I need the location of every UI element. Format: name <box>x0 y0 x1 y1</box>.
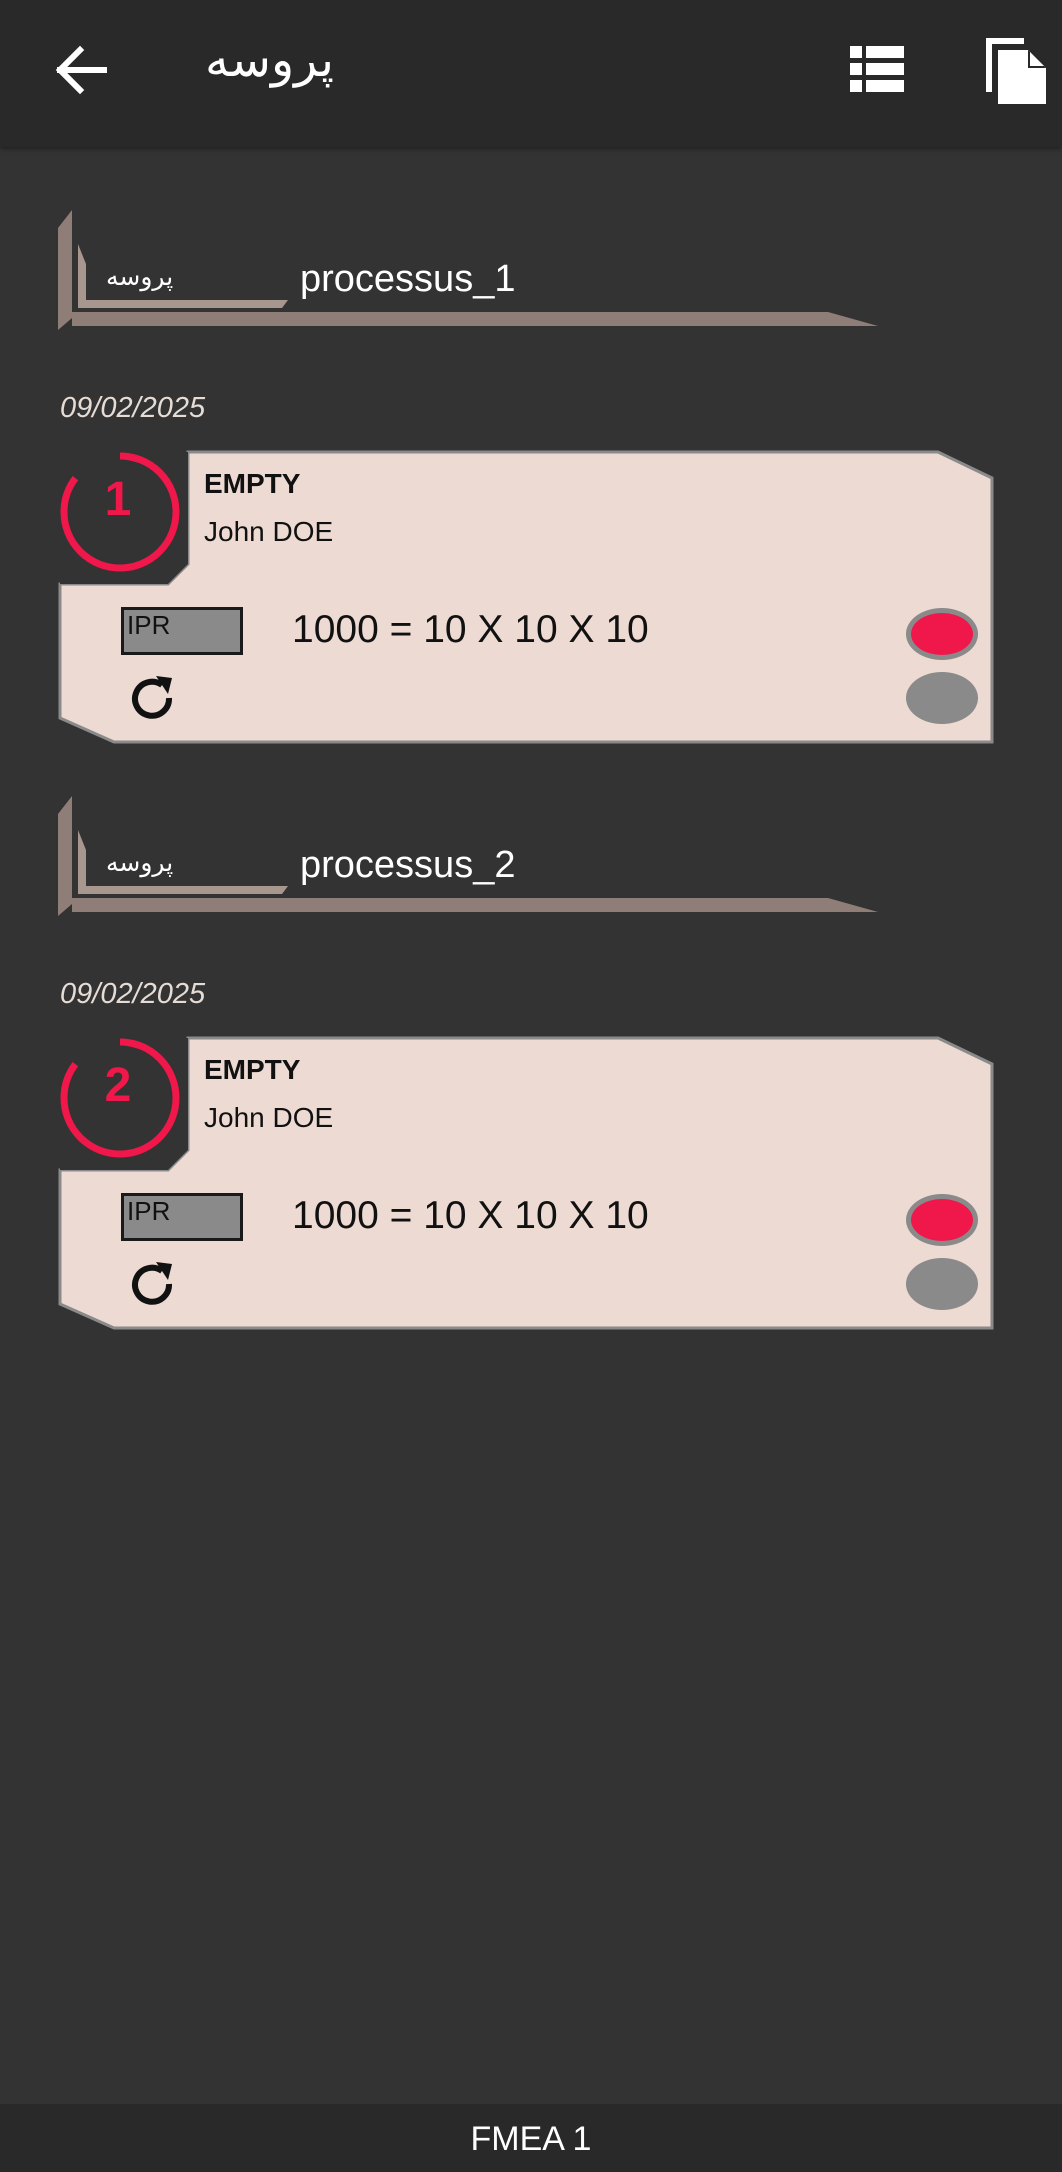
ipr-field[interactable]: IPR <box>121 607 243 655</box>
ipr-formula: 1000 = 10 X 10 X 10 <box>292 1194 649 1237</box>
card-background <box>58 450 994 744</box>
process-date: 09/02/2025 <box>60 978 206 1010</box>
status-toggle-inactive[interactable] <box>906 672 978 724</box>
process-header-2: پروسه processus_2 <box>58 792 878 924</box>
refresh-icon[interactable] <box>124 1256 180 1312</box>
status-toggle-active[interactable] <box>906 1194 978 1246</box>
card-number: 1 <box>104 473 132 526</box>
ipr-formula: 1000 = 10 X 10 X 10 <box>292 608 649 651</box>
list-view-icon[interactable] <box>848 40 906 98</box>
status-toggle-inactive[interactable] <box>906 1258 978 1310</box>
card-status: EMPTY <box>204 1054 301 1085</box>
process-label: پروسه <box>106 262 174 291</box>
copy-icon[interactable] <box>980 34 1052 106</box>
footer-label[interactable]: FMEA 1 <box>471 2120 592 2159</box>
card-owner: John DOE <box>204 516 334 547</box>
card-status: EMPTY <box>204 468 301 499</box>
process-name[interactable]: processus_2 <box>300 844 515 887</box>
status-toggle-active[interactable] <box>906 608 978 660</box>
fmea-card-1[interactable]: 1 EMPTY John DOE IPR 1000 = 10 X 10 X 10 <box>58 450 996 750</box>
arrow-left-icon[interactable] <box>48 38 112 102</box>
fmea-card-2[interactable]: 2 EMPTY John DOE IPR 1000 = 10 X 10 X 10 <box>58 1036 996 1336</box>
process-name[interactable]: processus_1 <box>300 258 515 301</box>
process-date: 09/02/2025 <box>60 392 206 424</box>
page-title: پروسه <box>205 32 334 88</box>
footer-bar: FMEA 1 <box>0 2104 1062 2172</box>
ipr-field[interactable]: IPR <box>121 1193 243 1241</box>
app-bar: پروسه <box>0 0 1062 147</box>
process-header-1: پروسه processus_1 <box>58 206 878 338</box>
card-background <box>58 1036 994 1330</box>
refresh-icon[interactable] <box>124 670 180 726</box>
card-owner: John DOE <box>204 1102 334 1133</box>
card-number: 2 <box>104 1059 132 1112</box>
process-label: پروسه <box>106 848 174 877</box>
